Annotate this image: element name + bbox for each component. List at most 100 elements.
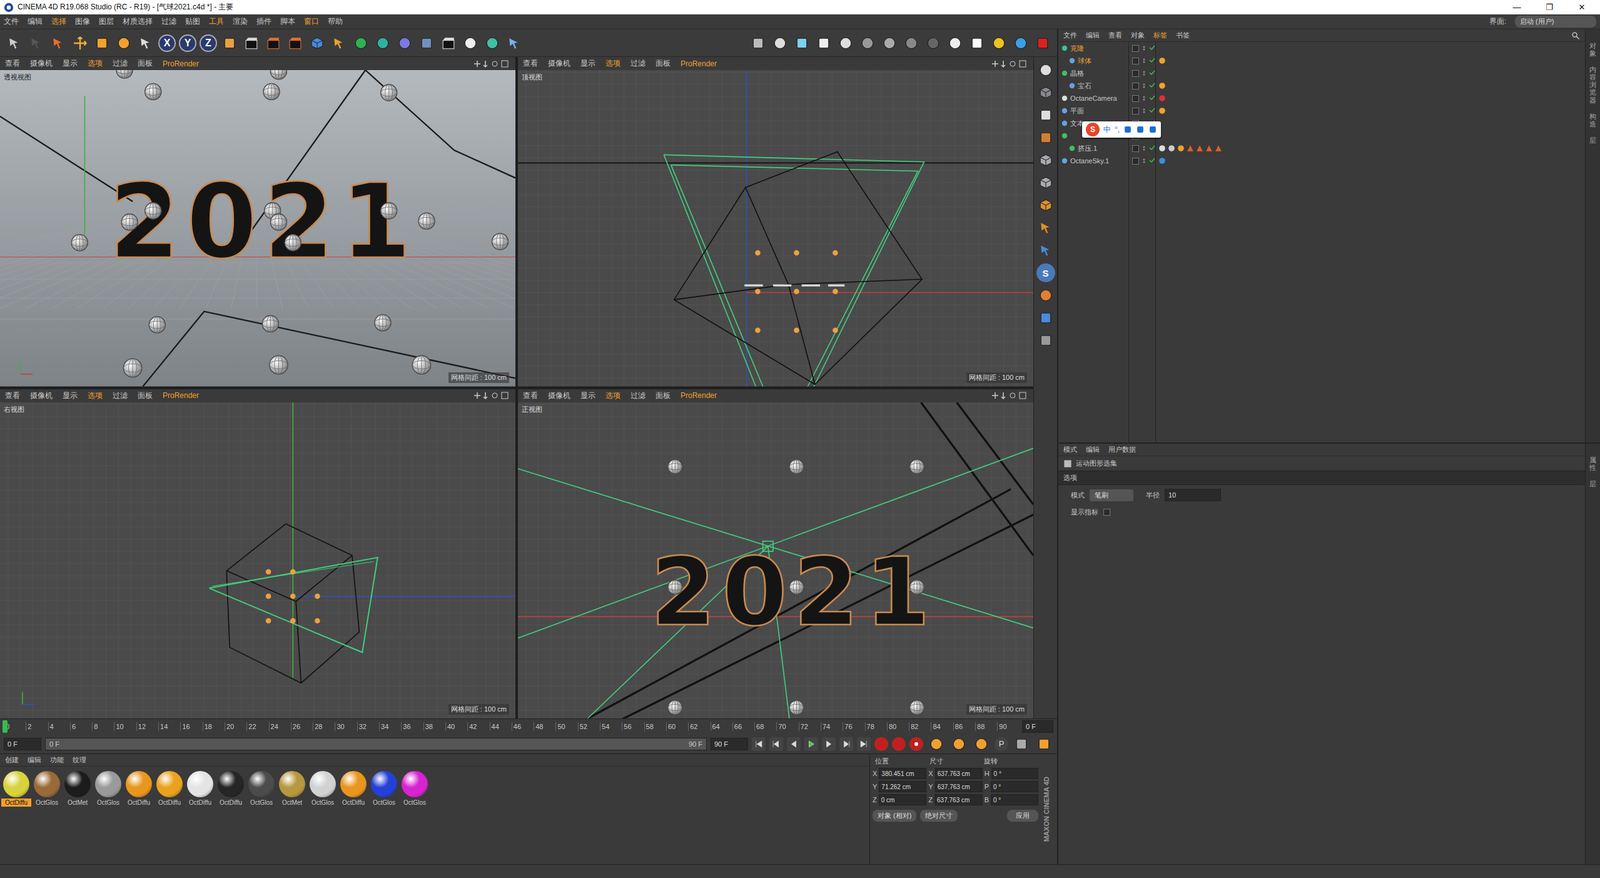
light-glyph-icon[interactable] bbox=[463, 36, 478, 51]
layer-box[interactable] bbox=[1132, 70, 1140, 77]
object-row[interactable]: OctaneCamera bbox=[1058, 91, 1585, 105]
move-icon[interactable] bbox=[70, 33, 90, 53]
object-row[interactable]: OctaneSky.1 bbox=[1058, 154, 1585, 168]
camera-glyph-icon[interactable] bbox=[441, 36, 456, 51]
material-item[interactable]: OctGlos bbox=[31, 769, 62, 807]
viewport-controls-icon[interactable] bbox=[990, 59, 1029, 69]
menu-item[interactable]: 选择 bbox=[51, 16, 67, 27]
sphere-dark-glyph-icon[interactable] bbox=[904, 36, 919, 51]
layout-icon[interactable] bbox=[748, 33, 768, 53]
show-indicator-checkbox[interactable] bbox=[1103, 508, 1111, 516]
tag-select-icon[interactable] bbox=[1205, 144, 1213, 152]
cube-glyph-icon[interactable] bbox=[310, 36, 325, 51]
keyboard-icon[interactable] bbox=[1135, 125, 1145, 134]
magnet-glyph-icon[interactable] bbox=[1038, 288, 1053, 303]
ime-item[interactable]: 中 bbox=[1103, 124, 1111, 136]
render-view-glyph-icon[interactable] bbox=[244, 36, 259, 51]
snap-button[interactable]: S bbox=[1036, 263, 1056, 283]
lamp-icon[interactable] bbox=[945, 33, 965, 53]
visibility-icon[interactable] bbox=[1141, 56, 1147, 66]
render-picture-glyph-icon[interactable] bbox=[266, 36, 281, 51]
menu-item[interactable]: 图层 bbox=[98, 16, 114, 27]
material-item[interactable]: OctDiffu bbox=[1, 769, 32, 807]
object-row[interactable]: 球体 bbox=[1058, 54, 1585, 67]
material-item[interactable]: OctMet bbox=[62, 769, 93, 807]
coordinate-field[interactable]: 0 ° bbox=[991, 767, 1039, 779]
ime-item[interactable]: °, bbox=[1114, 125, 1120, 134]
cloner-icon[interactable] bbox=[373, 33, 393, 53]
visibility-icon[interactable] bbox=[1141, 93, 1147, 103]
menu-item[interactable]: 帮助 bbox=[327, 16, 343, 27]
object-row[interactable]: 平面 bbox=[1058, 104, 1585, 117]
tag-camera-icon[interactable] bbox=[1158, 94, 1166, 102]
tag-material-icon[interactable] bbox=[1177, 144, 1185, 152]
sun-icon[interactable] bbox=[989, 33, 1009, 53]
toolbox-icon[interactable] bbox=[1148, 125, 1158, 134]
tag-select-icon[interactable] bbox=[1214, 144, 1223, 152]
workplane-lock-icon[interactable] bbox=[1036, 330, 1056, 350]
material-item[interactable]: OctDiffu bbox=[123, 769, 154, 807]
pen-icon[interactable] bbox=[329, 33, 349, 53]
material-item[interactable]: OctDiffu bbox=[338, 769, 369, 807]
sphere-black-glyph-icon[interactable] bbox=[926, 36, 941, 51]
visibility-icon[interactable] bbox=[1141, 68, 1147, 78]
object-row[interactable]: 晶格 bbox=[1058, 66, 1585, 80]
tag-checker-icon[interactable] bbox=[1167, 144, 1176, 152]
rotate-icon[interactable] bbox=[114, 33, 134, 53]
points-glyph-icon[interactable] bbox=[1038, 153, 1053, 168]
visibility-icon[interactable] bbox=[1141, 156, 1147, 166]
layer-box[interactable] bbox=[1132, 107, 1140, 115]
coordinate-mode-dropdown[interactable]: 对象 (相对) bbox=[872, 809, 917, 822]
settings-glyph-icon[interactable] bbox=[773, 36, 787, 51]
mic-icon[interactable] bbox=[1123, 125, 1133, 134]
next-key-button[interactable] bbox=[839, 736, 854, 751]
deformer-glyph-icon[interactable] bbox=[397, 36, 412, 51]
pen-glyph-icon[interactable] bbox=[332, 36, 346, 51]
polygons-icon[interactable] bbox=[1036, 195, 1056, 215]
param-key-button[interactable]: P bbox=[994, 736, 1009, 751]
apply-button[interactable]: 应用 bbox=[1007, 809, 1039, 822]
coordinate-field[interactable]: 0 ° bbox=[990, 793, 1039, 806]
enabled-check[interactable] bbox=[1149, 144, 1156, 152]
viewport-menu-item[interactable]: ProRender bbox=[680, 390, 717, 400]
make-editable-icon[interactable] bbox=[1036, 83, 1056, 102]
timeline-glyph-icon[interactable] bbox=[1037, 736, 1051, 751]
move-key-glyph-icon[interactable] bbox=[929, 736, 944, 751]
viewport-menu-item[interactable]: 选项 bbox=[605, 390, 621, 401]
menu-item[interactable]: 工具 bbox=[208, 16, 224, 27]
render-view-icon[interactable] bbox=[242, 33, 261, 53]
workplane-icon[interactable] bbox=[1036, 128, 1056, 147]
grid-lock-icon[interactable] bbox=[1036, 308, 1056, 328]
viewport-menu-item[interactable]: 查看 bbox=[5, 390, 21, 401]
camera-tool-icon[interactable] bbox=[1036, 60, 1056, 80]
object-menu-item[interactable]: 标签 bbox=[1153, 30, 1168, 41]
side-tab[interactable]: 层 bbox=[1589, 136, 1597, 144]
attribute-menu-item[interactable]: 用户数据 bbox=[1108, 444, 1136, 455]
cursor-icon[interactable] bbox=[504, 33, 524, 53]
object-menu-item[interactable]: 书签 bbox=[1175, 30, 1190, 41]
undo-icon[interactable] bbox=[5, 33, 24, 53]
enabled-check[interactable] bbox=[1149, 94, 1156, 102]
workplane-glyph-icon[interactable] bbox=[1038, 130, 1053, 145]
scale-key-glyph-icon[interactable] bbox=[951, 736, 966, 751]
move-key-icon[interactable] bbox=[926, 734, 946, 754]
timeline-icon[interactable] bbox=[1034, 734, 1054, 754]
rotate-key-icon[interactable] bbox=[972, 734, 991, 754]
subdivision-glyph-icon[interactable] bbox=[354, 36, 368, 51]
start-frame-field[interactable]: 0 F bbox=[3, 737, 42, 750]
lamp-glyph-icon[interactable] bbox=[948, 36, 963, 51]
tag-sky-icon[interactable] bbox=[1158, 156, 1166, 165]
viewport-menu-item[interactable]: 面板 bbox=[655, 390, 671, 401]
viewport-menu-item[interactable]: 查看 bbox=[522, 390, 538, 401]
coordinate-field[interactable]: 0 cm bbox=[878, 793, 927, 806]
subdivision-icon[interactable] bbox=[351, 33, 371, 53]
material-item[interactable]: OctGlos bbox=[246, 769, 277, 807]
scale-key-icon[interactable] bbox=[949, 734, 969, 754]
help-button[interactable] bbox=[909, 736, 924, 751]
viewport-menu-item[interactable]: 摄像机 bbox=[30, 58, 53, 69]
viewport-menu-item[interactable]: 摄像机 bbox=[547, 58, 571, 69]
material-glyph-icon[interactable] bbox=[860, 36, 875, 51]
layer-box[interactable] bbox=[1132, 157, 1140, 165]
material-menu-item[interactable]: 功能 bbox=[50, 754, 64, 765]
viewport-menu-item[interactable]: ProRender bbox=[680, 59, 717, 69]
